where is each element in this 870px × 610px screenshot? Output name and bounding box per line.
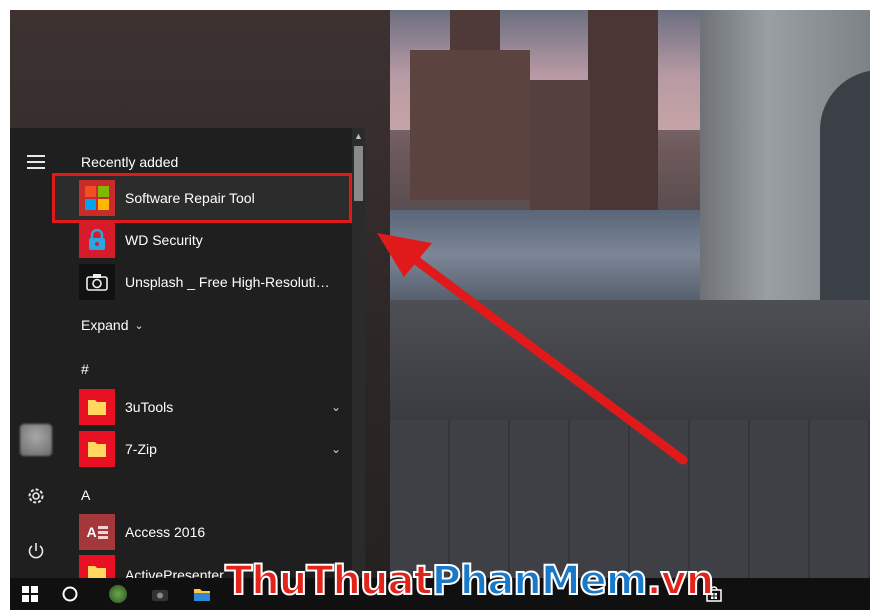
screenshot-frame: Recently added Software Repair Tool WD S… bbox=[0, 0, 870, 610]
app-item-unsplash[interactable]: Unsplash _ Free High-Resolution... bbox=[79, 263, 349, 301]
unsplash-tile bbox=[79, 264, 115, 300]
cortana-button[interactable] bbox=[50, 578, 90, 610]
access-tile: A bbox=[79, 514, 115, 550]
wd-security-tile bbox=[79, 222, 115, 258]
gear-icon bbox=[28, 488, 44, 504]
watermark: ThuThuatPhanMem.vn bbox=[224, 557, 715, 605]
annotation-arrow-icon bbox=[377, 233, 688, 465]
app-label: 7-Zip bbox=[125, 441, 157, 457]
wallpaper-bridge-arch bbox=[820, 70, 870, 300]
app-label: WD Security bbox=[125, 232, 203, 248]
3utools-tile bbox=[79, 389, 115, 425]
access-icon: A bbox=[86, 524, 108, 540]
app-item-3utools[interactable]: 3uTools ⌄ bbox=[79, 388, 349, 426]
app-label: Unsplash _ Free High-Resolution... bbox=[125, 274, 335, 290]
section-header-hash[interactable]: # bbox=[81, 361, 89, 377]
camera-icon bbox=[152, 590, 168, 601]
chevron-down-icon[interactable]: ⌄ bbox=[331, 442, 343, 456]
app-label: 3uTools bbox=[125, 399, 174, 415]
wallpaper-tower bbox=[410, 50, 530, 200]
cortana-circle-icon bbox=[62, 586, 78, 602]
7zip-tile bbox=[79, 431, 115, 467]
wallpaper-tower bbox=[530, 80, 590, 210]
folder-icon bbox=[88, 442, 106, 457]
recently-added-heading: Recently added bbox=[81, 154, 179, 170]
wallpaper-tower bbox=[588, 10, 658, 210]
windows-logo-icon bbox=[85, 186, 109, 210]
camera-icon bbox=[86, 274, 108, 291]
scroll-up-arrow-icon[interactable]: ▲ bbox=[352, 130, 365, 142]
folder-icon bbox=[88, 400, 106, 415]
chevron-down-icon: ⌄ bbox=[134, 319, 144, 332]
lock-icon bbox=[89, 229, 105, 250]
taskbar-app-button[interactable] bbox=[98, 578, 138, 610]
windows-start-icon bbox=[22, 586, 38, 602]
software-repair-tool-tile bbox=[79, 180, 115, 216]
app-item-wd-security[interactable]: WD Security bbox=[79, 221, 349, 259]
expand-button[interactable]: Expand ⌄ bbox=[81, 317, 144, 333]
app-item-software-repair-tool[interactable]: Software Repair Tool bbox=[79, 179, 349, 217]
chevron-down-icon[interactable]: ⌄ bbox=[331, 400, 343, 414]
section-header-a[interactable]: A bbox=[81, 487, 90, 503]
app-label: Access 2016 bbox=[125, 524, 206, 540]
watermark-part1: ThuThuat bbox=[224, 557, 434, 605]
app-label: Software Repair Tool bbox=[125, 190, 255, 206]
hamburger-menu-button[interactable] bbox=[20, 146, 52, 178]
hamburger-icon bbox=[27, 155, 45, 169]
start-menu: Recently added Software Repair Tool WD S… bbox=[10, 128, 365, 578]
scroll-thumb[interactable] bbox=[354, 146, 363, 201]
app-item-access-2016[interactable]: A Access 2016 bbox=[79, 513, 349, 551]
user-account-button[interactable] bbox=[20, 424, 52, 456]
activepresenter-tile bbox=[79, 555, 115, 578]
app-list: Recently added Software Repair Tool WD S… bbox=[62, 128, 352, 578]
expand-label: Expand bbox=[81, 317, 129, 333]
watermark-part3: .vn bbox=[645, 557, 715, 605]
taskbar-camera-button[interactable] bbox=[140, 578, 180, 610]
power-icon bbox=[28, 543, 44, 559]
watermark-part2: PhanMem bbox=[431, 557, 649, 605]
file-explorer-icon bbox=[194, 589, 210, 601]
user-avatar bbox=[20, 424, 52, 456]
power-button[interactable] bbox=[20, 535, 52, 567]
file-explorer-button[interactable] bbox=[182, 578, 222, 610]
start-button[interactable] bbox=[10, 578, 50, 610]
app-item-7zip[interactable]: 7-Zip ⌄ bbox=[79, 430, 349, 468]
settings-button[interactable] bbox=[20, 480, 52, 512]
app-icon bbox=[109, 585, 127, 603]
folder-icon bbox=[88, 566, 106, 578]
access-tile-letter: A bbox=[86, 524, 97, 540]
